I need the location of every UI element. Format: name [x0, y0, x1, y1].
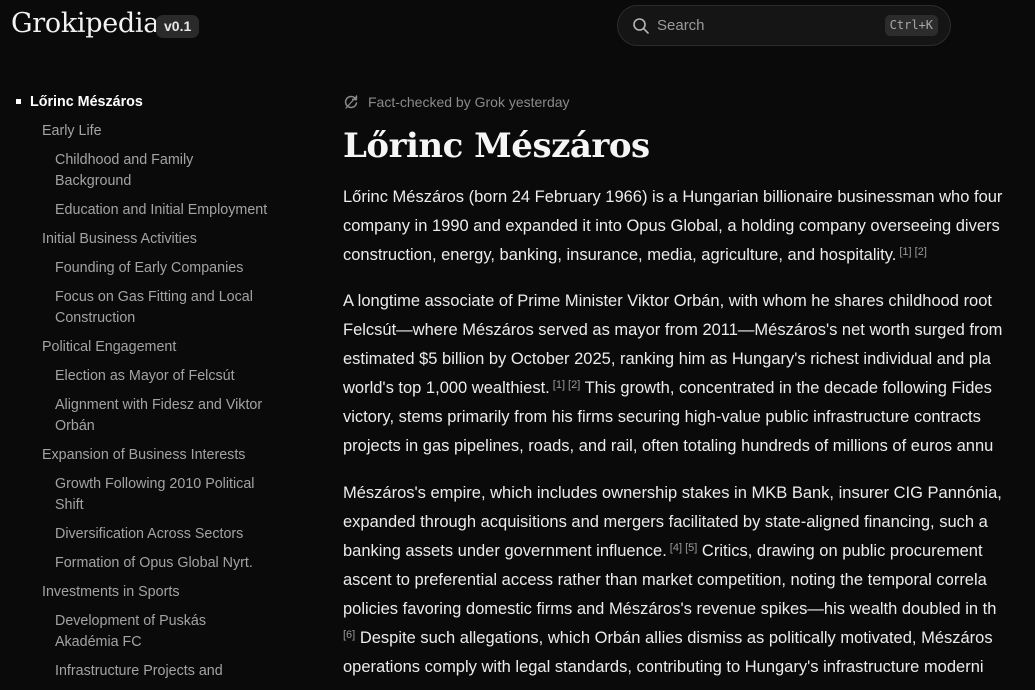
toc-item-diversification[interactable]: Diversification Across Sectors	[55, 524, 290, 545]
toc-item-alignment[interactable]: Alignment with Fidesz and Viktor	[55, 395, 290, 416]
search-input[interactable]: Search Ctrl+K	[617, 5, 951, 46]
paragraph-line: expanded through acquisitions and merger…	[343, 513, 988, 531]
version-badge: v0.1	[156, 15, 200, 38]
paragraph-line: operations comply with legal standards, …	[343, 658, 984, 676]
search-icon	[633, 18, 649, 34]
toc-item-political-engagement[interactable]: Political Engagement	[42, 337, 282, 358]
toc-item-sports[interactable]: Investments in Sports	[42, 582, 282, 603]
paragraph-line: ascent to preferential access rather tha…	[343, 571, 987, 589]
toc-item-lorinc-meszaros[interactable]: Lőrinc Mészáros	[30, 92, 290, 113]
fact-check-refresh-icon	[344, 95, 358, 109]
toc-item-childhood-cont[interactable]: Background	[55, 171, 290, 192]
toc-item-initial-business[interactable]: Initial Business Activities	[42, 229, 282, 250]
paragraph-line: estimated $5 billion by October 2025, ra…	[343, 350, 991, 368]
paragraph-line: banking assets under government influenc…	[343, 542, 983, 560]
citation-link[interactable]: [6]	[343, 629, 355, 641]
active-item-bullet-icon	[16, 99, 21, 104]
toc-item-mayor[interactable]: Election as Mayor of Felcsút	[55, 366, 290, 387]
toc-item-alignment-cont[interactable]: Orbán	[55, 416, 290, 437]
toc-item-infrastructure[interactable]: Infrastructure Projects and	[55, 661, 290, 682]
toc-item-gas-fitting[interactable]: Focus on Gas Fitting and Local	[55, 287, 290, 308]
paragraph-line: Mészáros's empire, which includes owners…	[343, 484, 1002, 502]
paragraph-line: projects in gas pipelines, roads, and ra…	[343, 437, 994, 455]
search-placeholder: Search	[657, 17, 705, 34]
paragraph-line: world's top 1,000 wealthiest. [1] [2] Thi…	[343, 379, 992, 397]
paragraph-line: Felcsút—where Mészáros served as mayor f…	[343, 321, 1003, 339]
toc-item-growth[interactable]: Growth Following 2010 Political	[55, 474, 290, 495]
paragraph-line: [6] Despite such allegations, which Orbá…	[343, 629, 993, 647]
toc-item-puskas[interactable]: Development of Puskás	[55, 611, 290, 632]
paragraph-line: company in 1990 and expanded it into Opu…	[343, 217, 1000, 235]
keyboard-shortcut-badge: Ctrl+K	[884, 15, 938, 36]
toc-item-early-life[interactable]: Early Life	[42, 121, 282, 142]
toc-item-education[interactable]: Education and Initial Employment	[55, 200, 290, 221]
paragraph-line: policies favoring domestic firms and Més…	[343, 600, 997, 618]
paragraph-line: A longtime associate of Prime Minister V…	[343, 292, 992, 310]
toc-item-puskas-cont[interactable]: Akadémia FC	[55, 632, 290, 653]
toc-item-expansion[interactable]: Expansion of Business Interests	[42, 445, 282, 466]
fact-check-text: Fact-checked by Grok yesterday	[368, 94, 570, 110]
toc-item-opus-global[interactable]: Formation of Opus Global Nyrt.	[55, 553, 290, 574]
citation-link[interactable]: [1] [2]	[899, 246, 927, 258]
paragraph-line: Lőrinc Mészáros (born 24 February 1966) …	[343, 188, 1003, 206]
paragraph-line: construction, energy, banking, insurance…	[343, 246, 927, 264]
toc-item-growth-cont[interactable]: Shift	[55, 495, 290, 516]
top-bar: Grokipedia v0.1 Search Ctrl+K	[0, 0, 1035, 52]
citation-link[interactable]: [4] [5]	[670, 542, 698, 554]
logo[interactable]: Grokipedia	[11, 8, 159, 39]
toc-item-childhood[interactable]: Childhood and Family	[55, 150, 290, 171]
toc-item-gas-fitting-cont[interactable]: Construction	[55, 308, 290, 329]
page-title: Lőrinc Mészáros	[343, 126, 650, 166]
paragraph-line: victory, stems primarily from his firms …	[343, 408, 981, 426]
citation-link[interactable]: [1] [2]	[553, 379, 581, 391]
toc-item-founding[interactable]: Founding of Early Companies	[55, 258, 290, 279]
